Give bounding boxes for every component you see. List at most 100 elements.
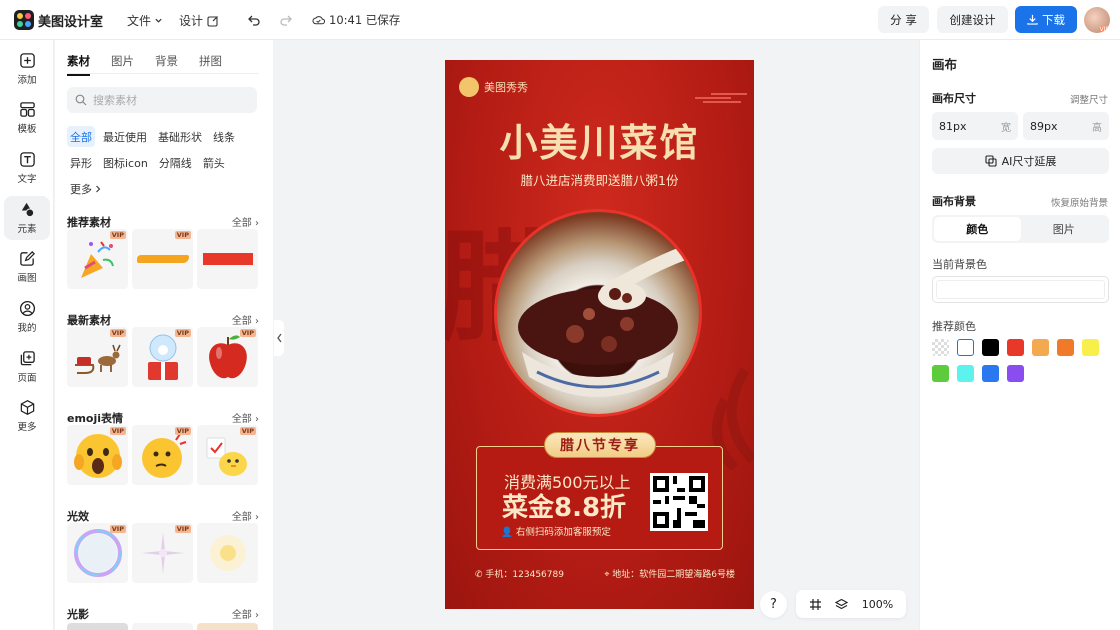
top-bar: 美图设计室 文件 设计 10:41 已保存 分 享 创建设计 下载 VIP bbox=[0, 0, 1120, 40]
color-swatch[interactable] bbox=[1057, 339, 1074, 356]
bg-tab-image[interactable]: 图片 bbox=[1021, 217, 1108, 241]
asset-red-bar[interactable] bbox=[197, 229, 258, 289]
asset-chick-emoji[interactable]: VIP bbox=[197, 425, 258, 485]
chip-icons[interactable]: 图标icon bbox=[100, 152, 151, 173]
rail-item-elements[interactable]: 元素 bbox=[4, 196, 50, 240]
color-swatch[interactable] bbox=[932, 339, 949, 356]
asset-reindeer-sleigh[interactable]: VIP bbox=[67, 327, 128, 387]
chip-lines[interactable]: 线条 bbox=[210, 126, 238, 147]
current-bg-label: 当前背景色 bbox=[932, 258, 987, 271]
rail-item-add[interactable]: 添加 bbox=[4, 47, 50, 91]
poster-phone-text: 手机：123456789 bbox=[485, 570, 564, 580]
color-swatch[interactable] bbox=[932, 365, 949, 382]
section-recommended: 推荐素材 全部 › VIP VIP bbox=[67, 214, 259, 289]
download-label: 下载 bbox=[1042, 12, 1065, 27]
create-design-button[interactable]: 创建设计 bbox=[937, 6, 1008, 33]
rail-item-mine[interactable]: 我的 bbox=[4, 295, 50, 339]
ai-extend-button[interactable]: AI尺寸延展 bbox=[932, 148, 1109, 174]
restore-bg-link[interactable]: 恢复原始背景 bbox=[1051, 195, 1108, 209]
snow-globe-icon bbox=[147, 334, 178, 380]
poster-address: ⌖ 地址：软件园二期望海路6号楼 bbox=[604, 567, 735, 580]
collapse-panel-button[interactable] bbox=[274, 320, 284, 356]
help-button[interactable]: ? bbox=[760, 591, 787, 618]
vip-tag: VIP bbox=[174, 427, 191, 435]
glow-icon bbox=[209, 535, 246, 571]
chip-dividers[interactable]: 分隔线 bbox=[156, 152, 195, 173]
undo-icon[interactable] bbox=[244, 10, 264, 30]
current-bg-color[interactable] bbox=[932, 276, 1109, 303]
chip-arrows[interactable]: 箭头 bbox=[200, 152, 228, 173]
zoom-level[interactable]: 100% bbox=[862, 598, 893, 611]
see-all-link[interactable]: 全部 › bbox=[232, 214, 259, 229]
rail-item-template[interactable]: 模板 bbox=[4, 96, 50, 140]
color-swatch[interactable] bbox=[982, 339, 999, 356]
rail-item-page[interactable]: 页面 bbox=[4, 345, 50, 389]
share-button[interactable]: 分 享 bbox=[878, 6, 929, 33]
chip-recent[interactable]: 最近使用 bbox=[100, 126, 150, 147]
resize-link[interactable]: 调整尺寸 bbox=[1070, 92, 1108, 106]
color-swatch[interactable] bbox=[957, 365, 974, 382]
asset-placeholder[interactable] bbox=[67, 623, 128, 630]
template-icon bbox=[19, 102, 35, 117]
chip-all[interactable]: 全部 bbox=[67, 126, 95, 147]
chip-more[interactable]: 更多 bbox=[67, 178, 105, 199]
tab-divider bbox=[67, 73, 259, 74]
asset-placeholder[interactable] bbox=[132, 623, 193, 630]
asset-sparkle[interactable]: VIP bbox=[132, 523, 193, 583]
see-all-link[interactable]: 全部 › bbox=[232, 508, 259, 523]
width-field[interactable]: 81px 宽 bbox=[932, 112, 1018, 140]
rail-item-text[interactable]: 文字 bbox=[4, 146, 50, 190]
redo-icon[interactable] bbox=[276, 10, 296, 30]
height-field[interactable]: 89px 高 bbox=[1023, 112, 1109, 140]
section-title: emoji表情 bbox=[67, 412, 124, 425]
download-button[interactable]: 下载 bbox=[1015, 6, 1077, 33]
asset-placeholder[interactable] bbox=[197, 623, 258, 630]
color-swatch[interactable] bbox=[1082, 339, 1099, 356]
vip-badge: VIP bbox=[1098, 26, 1110, 33]
phone-icon: ✆ bbox=[475, 570, 483, 580]
bg-tab-color[interactable]: 颜色 bbox=[934, 217, 1021, 241]
search-box[interactable] bbox=[67, 87, 257, 113]
asset-bubble-ring[interactable]: VIP bbox=[67, 523, 128, 583]
poster-canvas[interactable]: 腊 美图秀秀 小美川菜馆 腊八进店消费即送腊八粥1份 消费满500元以上 菜金8… bbox=[445, 60, 754, 609]
see-all-link[interactable]: 全部 › bbox=[232, 312, 259, 327]
app-logo-icon[interactable] bbox=[14, 10, 34, 30]
rail-item-draw[interactable]: 画图 bbox=[4, 245, 50, 289]
rail-item-more[interactable]: 更多 bbox=[4, 394, 50, 438]
asset-thinking-emoji[interactable]: VIP bbox=[132, 425, 193, 485]
brush-stroke-shape bbox=[136, 255, 189, 263]
layers-icon[interactable] bbox=[835, 598, 849, 611]
asset-snow-globe[interactable]: VIP bbox=[132, 327, 193, 387]
design-menu[interactable]: 设计 bbox=[179, 12, 219, 29]
grid-icon[interactable] bbox=[809, 598, 822, 611]
see-all-link[interactable]: 全部 › bbox=[232, 606, 259, 621]
asset-brush-stroke[interactable]: VIP bbox=[132, 229, 193, 289]
search-icon bbox=[75, 94, 87, 106]
color-swatch[interactable] bbox=[1007, 339, 1024, 356]
poster-phone: ✆ 手机：123456789 bbox=[475, 567, 564, 580]
asset-shocked-emoji[interactable]: VIP bbox=[67, 425, 128, 485]
search-input[interactable] bbox=[93, 93, 243, 107]
avatar[interactable]: VIP bbox=[1084, 7, 1110, 33]
color-swatch[interactable] bbox=[1032, 339, 1049, 356]
asset-party-popper[interactable]: VIP bbox=[67, 229, 128, 289]
poster-brand-text: 美图秀秀 bbox=[484, 81, 528, 94]
chip-irregular[interactable]: 异形 bbox=[67, 152, 95, 173]
color-swatch[interactable] bbox=[1007, 365, 1024, 382]
app-name: 美图设计室 bbox=[38, 15, 104, 30]
color-swatch[interactable] bbox=[957, 339, 974, 356]
poster-subtitle: 腊八进店消费即送腊八粥1份 bbox=[520, 173, 679, 188]
red-bar-shape bbox=[202, 253, 253, 265]
edit-icon bbox=[207, 15, 218, 27]
category-chips: 全部 最近使用 基础形状 线条 异形 图标icon 分隔线 箭头 更多 bbox=[67, 126, 267, 199]
color-swatch[interactable] bbox=[982, 365, 999, 382]
file-menu[interactable]: 文件 bbox=[127, 12, 163, 29]
asset-glow[interactable] bbox=[197, 523, 258, 583]
asset-red-apple[interactable]: VIP bbox=[197, 327, 258, 387]
offer-line-2: 菜金8.8折 bbox=[502, 493, 627, 523]
party-popper-icon bbox=[80, 241, 114, 278]
section-title: 推荐素材 bbox=[67, 216, 111, 229]
vip-tag: VIP bbox=[239, 329, 256, 337]
see-all-link[interactable]: 全部 › bbox=[232, 410, 259, 425]
chip-basic-shapes[interactable]: 基础形状 bbox=[155, 126, 205, 147]
